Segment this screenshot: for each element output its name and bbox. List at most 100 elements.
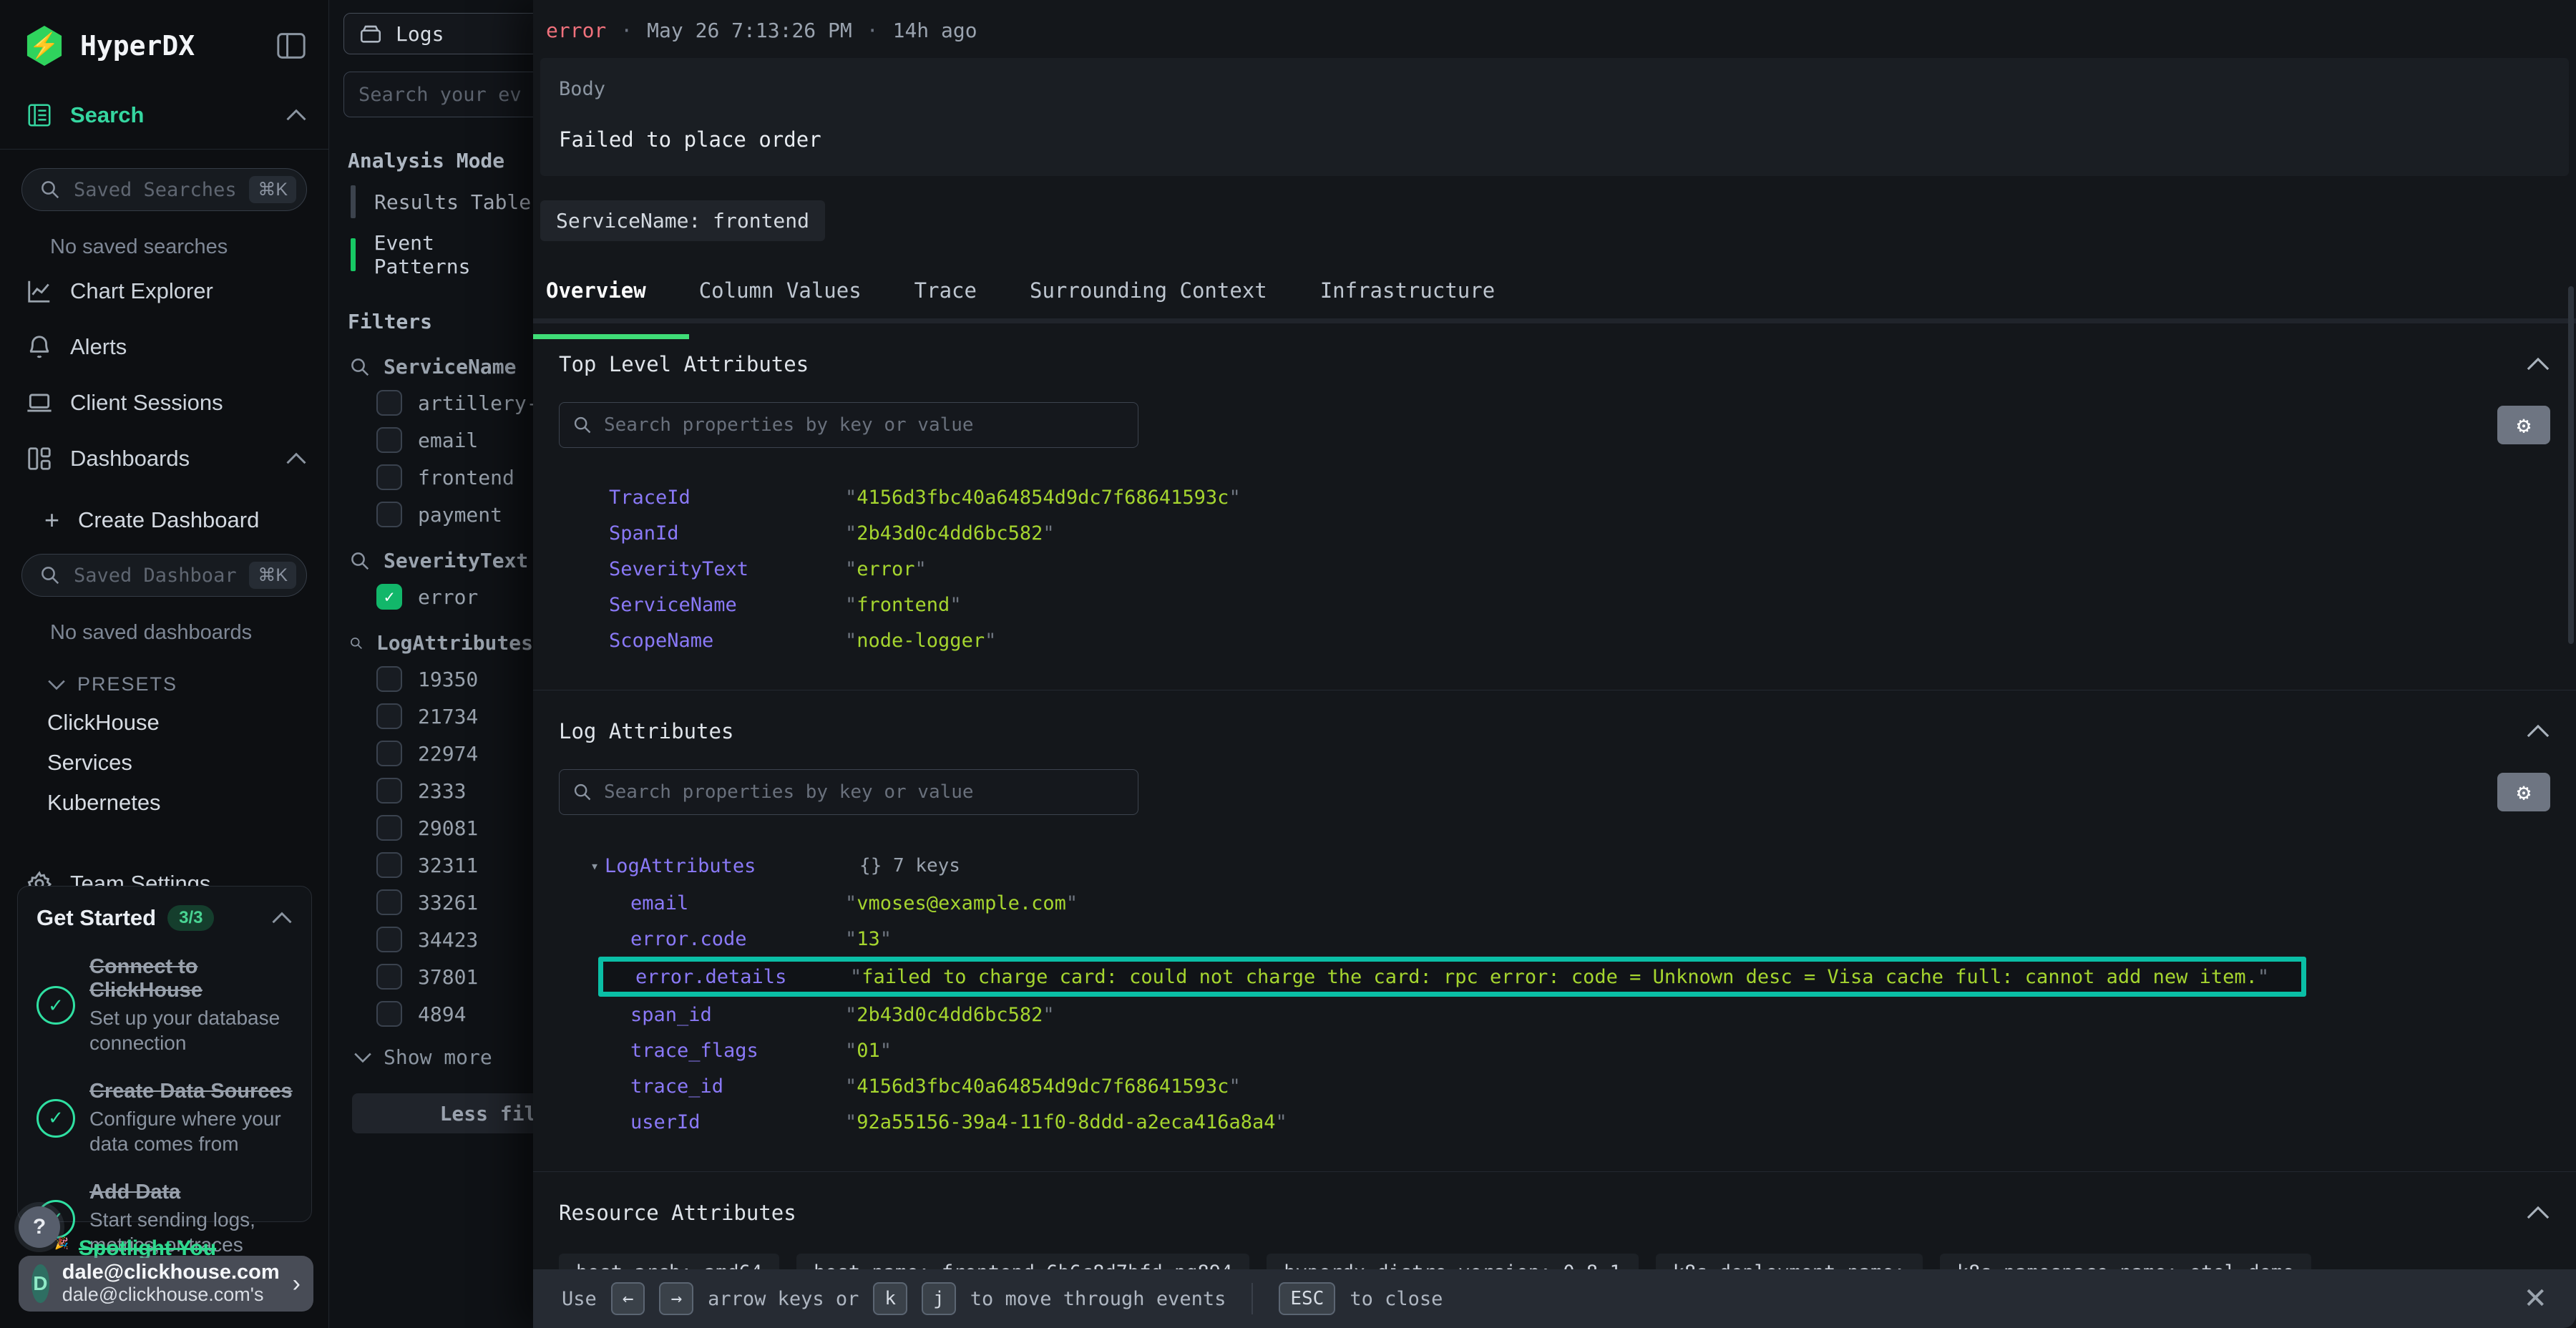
scrollbar[interactable] [2568,286,2574,644]
chevron-up-icon[interactable] [286,109,307,122]
checkbox[interactable] [376,1001,402,1027]
attribute-value: 01 [845,1040,892,1062]
checkbox[interactable] [376,502,402,527]
saved-searches-input[interactable]: Saved Searches ⌘K [21,168,307,211]
show-more-toggle[interactable]: Show more [353,1045,533,1069]
attribute-row[interactable]: error.code13 [559,921,2550,957]
tab-overview[interactable]: Overview [546,267,646,318]
mode-results-table[interactable]: Results Table [351,185,533,218]
checkbox[interactable] [376,852,402,878]
search-icon[interactable] [349,550,371,572]
get-started-item-connect[interactable]: ✓ Connect to ClickHouse Set up your data… [36,955,293,1055]
attribute-row[interactable]: SpanId2b43d0c4dd6bc582 [559,515,2550,551]
attribute-value: node-logger [845,630,996,652]
tab-infrastructure[interactable]: Infrastructure [1320,267,1495,318]
checkbox[interactable] [376,666,402,692]
search-icon[interactable] [349,356,371,378]
filter-option[interactable]: 22974 [376,741,533,766]
log-attrs-search-input[interactable]: Search properties by key or value [559,769,1138,815]
column-settings-button[interactable]: ⚙ [2497,406,2550,444]
filter-option[interactable]: 29081 [376,815,533,841]
hyperdx-logo-icon: ⚡ [24,26,64,66]
sidebar-item-dashboards[interactable]: Dashboards [0,431,328,487]
filter-option-label: 4894 [418,1002,466,1026]
checkbox[interactable] [376,703,402,729]
source-select[interactable]: Logs [343,13,533,54]
checkbox[interactable] [376,390,402,416]
get-started-title: Get Started [36,905,156,931]
mode-indicator [351,185,356,218]
attribute-key: trace_id [630,1075,845,1098]
attribute-row[interactable]: trace_flags01 [559,1032,2550,1068]
attribute-row[interactable]: TraceId4156d3fbc40a64854d9dc7f68641593c [559,479,2550,515]
checkbox[interactable] [376,741,402,766]
sidebar-item-client-sessions[interactable]: Client Sessions [0,375,328,431]
attribute-row-highlighted[interactable]: error.detailsfailed to charge card: coul… [598,957,2306,997]
chevron-up-icon[interactable] [2526,357,2550,371]
checkbox[interactable] [376,427,402,453]
preset-kubernetes[interactable]: Kubernetes [0,776,328,816]
attribute-row[interactable]: trace_id4156d3fbc40a64854d9dc7f68641593c [559,1068,2550,1104]
collapse-sidebar-icon[interactable] [275,31,307,60]
filter-option[interactable]: frontend [376,464,533,490]
less-filters-button[interactable]: Less fil [352,1093,533,1133]
log-attributes-root[interactable]: ▾ LogAttributes {} 7 keys [559,846,2550,885]
filter-option[interactable]: 34423 [376,927,533,952]
chevron-up-icon[interactable] [2526,724,2550,738]
section-top-level-attributes: Top Level Attributes Search properties b… [533,323,2576,690]
attribute-row[interactable]: SeverityTexterror [559,551,2550,587]
filter-option[interactable]: 37801 [376,964,533,990]
close-icon[interactable]: ✕ [2523,1282,2547,1315]
checkbox[interactable] [376,815,402,841]
chevron-up-icon[interactable] [2526,1206,2550,1220]
attribute-row[interactable]: ScopeNamenode-logger [559,622,2550,658]
filter-option[interactable]: email [376,427,533,453]
filter-option-label: frontend [418,466,514,489]
filter-option-error[interactable]: ✓error [376,584,533,610]
filter-option[interactable]: 21734 [376,703,533,729]
checkbox[interactable] [376,778,402,804]
sidebar-item-search[interactable]: Search [0,87,328,143]
tab-surrounding-context[interactable]: Surrounding Context [1030,267,1267,318]
get-started-item-sources[interactable]: ✓ Create Data Sources Configure where yo… [36,1080,293,1156]
service-name-tag[interactable]: ServiceName: frontend [540,200,825,241]
top-level-search-input[interactable]: Search properties by key or value [559,402,1138,448]
create-dashboard-button[interactable]: + Create Dashboard [0,487,328,535]
filter-option[interactable]: 32311 [376,852,533,878]
attribute-row[interactable]: ServiceNamefrontend [559,587,2550,622]
filter-option[interactable]: 2333 [376,778,533,804]
mode-event-patterns[interactable]: Event Patterns [351,231,533,278]
checkbox[interactable] [376,464,402,490]
filter-option[interactable]: payment [376,502,533,527]
checkbox[interactable] [376,964,402,990]
attribute-key: TraceId [609,487,845,509]
checkbox[interactable] [376,889,402,915]
presets-toggle[interactable]: PRESETS [0,649,328,695]
chevron-up-icon[interactable] [286,452,307,465]
filter-option[interactable]: artillery-loa [376,390,533,416]
filter-option[interactable]: 33261 [376,889,533,915]
check-circle-icon: ✓ [36,986,75,1025]
get-started-progress-badge: 3/3 [167,905,214,931]
preset-services[interactable]: Services [0,736,328,776]
checkbox[interactable] [376,927,402,952]
help-button[interactable]: ? [19,1206,60,1248]
event-search-input[interactable]: Search your ev [343,72,533,117]
sidebar-item-alerts[interactable]: Alerts [0,319,328,375]
attribute-row[interactable]: userId92a55156-39a4-11f0-8ddd-a2eca416a8… [559,1104,2550,1140]
column-settings-button[interactable]: ⚙ [2497,773,2550,811]
checkbox-checked[interactable]: ✓ [376,584,402,610]
saved-dashboards-input[interactable]: Saved Dashboards ⌘K [21,554,307,597]
filter-option[interactable]: 19350 [376,666,533,692]
preset-clickhouse[interactable]: ClickHouse [0,695,328,736]
search-icon[interactable] [349,633,364,654]
attribute-row[interactable]: span_id2b43d0c4dd6bc582 [559,997,2550,1032]
filter-option[interactable]: 4894 [376,1001,533,1027]
user-menu[interactable]: D dale@clickhouse.com dale@clickhouse.co… [19,1256,313,1312]
attribute-row[interactable]: emailvmoses@example.com [559,885,2550,921]
tab-trace[interactable]: Trace [914,267,977,318]
sidebar-item-chart-explorer[interactable]: Chart Explorer [0,263,328,319]
tab-column-values[interactable]: Column Values [699,267,862,318]
chevron-up-icon[interactable] [271,912,293,924]
filter-option-label: 19350 [418,668,478,691]
